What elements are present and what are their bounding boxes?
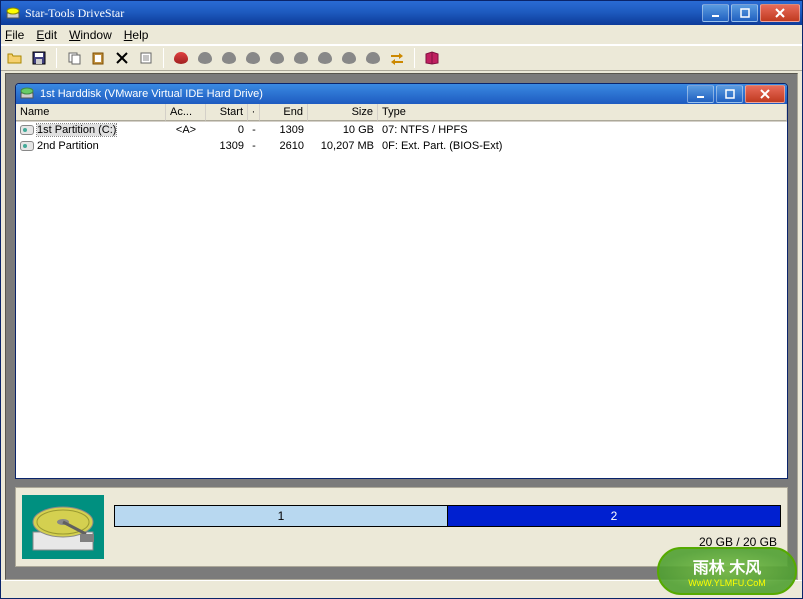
disk-image-icon xyxy=(22,495,104,559)
help-book-icon[interactable] xyxy=(422,48,442,68)
partition-type: 07: NTFS / HPFS xyxy=(378,124,787,136)
disk-icon xyxy=(20,87,36,101)
save-icon[interactable] xyxy=(29,48,49,68)
child-close-button[interactable] xyxy=(745,85,785,103)
col-active[interactable]: Ac... xyxy=(166,104,206,121)
col-size[interactable]: Size xyxy=(308,104,378,121)
drive-blob-1-icon[interactable] xyxy=(195,48,215,68)
properties-icon[interactable] xyxy=(136,48,156,68)
partition-size: 10,207 MB xyxy=(308,140,378,152)
partition-row[interactable]: 2nd Partition 1309 - 2610 10,207 MB 0F: … xyxy=(16,138,787,154)
window-title: Star-Tools DriveStar xyxy=(25,6,702,21)
copy-icon[interactable] xyxy=(64,48,84,68)
minimize-button[interactable] xyxy=(702,4,729,22)
watermark-url: WwW.YLMFU.CoM xyxy=(688,578,766,588)
partition-type: 0F: Ext. Part. (BIOS-Ext) xyxy=(378,140,787,152)
col-start[interactable]: Start xyxy=(206,104,248,121)
main-titlebar[interactable]: Star-Tools DriveStar xyxy=(1,1,802,25)
col-dash[interactable]: · xyxy=(248,104,260,121)
child-title: 1st Harddisk (VMware Virtual IDE Hard Dr… xyxy=(40,88,687,100)
partition-dash: - xyxy=(248,140,260,152)
child-window: 1st Harddisk (VMware Virtual IDE Hard Dr… xyxy=(15,83,788,479)
col-end[interactable]: End xyxy=(260,104,308,121)
partition-active: <A> xyxy=(166,124,206,136)
swap-icon[interactable] xyxy=(387,48,407,68)
partition-size: 10 GB xyxy=(308,124,378,136)
drive-red-icon[interactable] xyxy=(171,48,191,68)
paste-icon[interactable] xyxy=(88,48,108,68)
child-titlebar[interactable]: 1st Harddisk (VMware Virtual IDE Hard Dr… xyxy=(16,84,787,104)
watermark-title: 雨林 木风 xyxy=(693,554,761,578)
toolbar xyxy=(1,45,802,71)
menubar: File Edit Window Help xyxy=(1,25,802,45)
partition-bar-2[interactable]: 2 xyxy=(448,506,780,526)
col-name[interactable]: Name xyxy=(16,104,166,121)
menu-help[interactable]: Help xyxy=(124,28,149,42)
partition-start: 0 xyxy=(206,124,248,136)
delete-icon[interactable] xyxy=(112,48,132,68)
child-maximize-button[interactable] xyxy=(716,85,743,103)
partition-end: 2610 xyxy=(260,140,308,152)
partition-bar[interactable]: 1 2 xyxy=(114,505,781,527)
child-minimize-button[interactable] xyxy=(687,85,714,103)
drive-blob-7-icon[interactable] xyxy=(339,48,359,68)
drive-blob-5-icon[interactable] xyxy=(291,48,311,68)
app-icon xyxy=(5,6,21,20)
partition-bar-1[interactable]: 1 xyxy=(115,506,448,526)
close-button[interactable] xyxy=(760,4,800,22)
partition-icon xyxy=(20,141,34,151)
partition-end: 1309 xyxy=(260,124,308,136)
menu-edit[interactable]: Edit xyxy=(36,28,57,42)
maximize-button[interactable] xyxy=(731,4,758,22)
partition-start: 1309 xyxy=(206,140,248,152)
partition-name: 1st Partition (C:) xyxy=(37,124,116,136)
drive-blob-8-icon[interactable] xyxy=(363,48,383,68)
col-type[interactable]: Type xyxy=(378,104,787,121)
open-icon[interactable] xyxy=(5,48,25,68)
drive-blob-3-icon[interactable] xyxy=(243,48,263,68)
menu-window[interactable]: Window xyxy=(69,28,112,42)
partition-dash: - xyxy=(248,124,260,136)
drive-blob-2-icon[interactable] xyxy=(219,48,239,68)
main-window: Star-Tools DriveStar File Edit Window He… xyxy=(0,0,803,599)
partition-row[interactable]: 1st Partition (C:) <A> 0 - 1309 10 GB 07… xyxy=(16,122,787,138)
list-header: Name Ac... Start · End Size Type xyxy=(16,104,787,122)
drive-blob-6-icon[interactable] xyxy=(315,48,335,68)
menu-file[interactable]: File xyxy=(5,28,24,42)
watermark-badge: 雨林 木风 WwW.YLMFU.CoM xyxy=(657,547,797,595)
partition-name: 2nd Partition xyxy=(37,140,99,152)
mdi-client: 1st Harddisk (VMware Virtual IDE Hard Dr… xyxy=(5,73,798,580)
partition-icon xyxy=(20,125,34,135)
drive-blob-4-icon[interactable] xyxy=(267,48,287,68)
